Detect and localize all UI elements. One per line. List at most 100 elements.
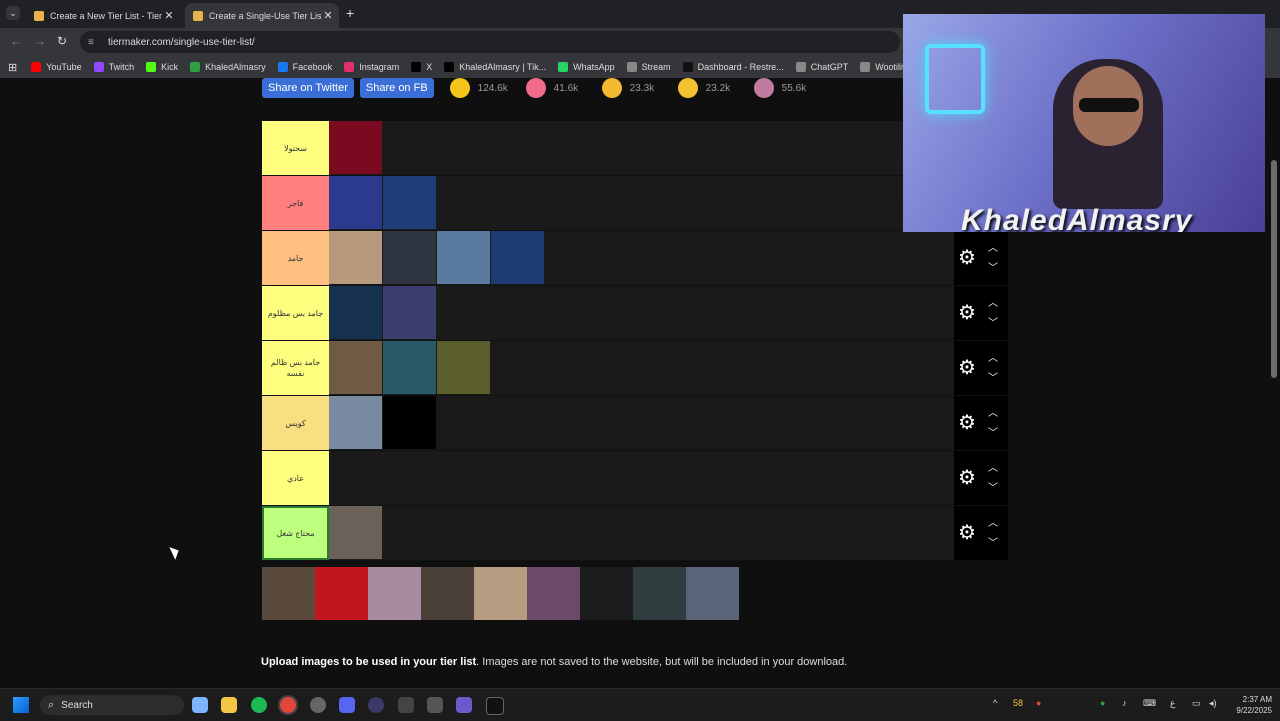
chevron-down-icon[interactable]: ﹀ xyxy=(988,259,998,279)
taskbar-search[interactable]: ⌕ Search xyxy=(40,695,184,715)
site-info-icon[interactable]: ≡ xyxy=(88,37,100,48)
store-icon[interactable] xyxy=(427,697,443,713)
tier-item-image[interactable] xyxy=(491,231,544,284)
tier-item-image[interactable] xyxy=(383,231,436,284)
unranked-item-image[interactable] xyxy=(315,567,368,620)
chevron-up-icon[interactable]: ︿ xyxy=(988,459,998,479)
tier-label[interactable]: سحتوﻻ xyxy=(262,121,329,175)
unranked-item-image[interactable] xyxy=(368,567,421,620)
tier-label[interactable]: محتاج شغل xyxy=(262,506,329,560)
tier-item-image[interactable] xyxy=(329,121,382,174)
reaction-button[interactable]: 124.6k xyxy=(449,78,516,98)
tier-label[interactable]: جامد بس ظالم نفسه xyxy=(262,341,329,395)
address-bar[interactable]: ≡ tiermaker.com/single-use-tier-list/ xyxy=(80,31,900,53)
tier-item-image[interactable] xyxy=(383,286,436,339)
tier-item-image[interactable] xyxy=(383,396,436,449)
tier-item-image[interactable] xyxy=(329,176,382,229)
close-tab-icon[interactable]: ✕ xyxy=(162,9,176,22)
gear-icon[interactable]: ⚙ xyxy=(958,358,976,378)
share-twitter-button[interactable]: Share on Twitter xyxy=(262,78,354,98)
bookmark-item[interactable]: ChatGPT xyxy=(795,62,848,72)
chevron-up-icon[interactable]: ︿ xyxy=(988,404,998,424)
tier-item-image[interactable] xyxy=(383,176,436,229)
gear-icon[interactable]: ⚙ xyxy=(958,523,976,543)
chevron-up-icon[interactable]: ︿ xyxy=(988,349,998,369)
chevron-down-icon[interactable]: ﹀ xyxy=(988,479,998,499)
bookmark-item[interactable]: KhaledAlmasry | Tik... xyxy=(444,62,546,72)
tray-keyboard-icon[interactable]: ⌨ xyxy=(1143,698,1156,709)
unranked-item-image[interactable] xyxy=(474,567,527,620)
discord-icon[interactable] xyxy=(339,697,355,713)
copilot-icon[interactable] xyxy=(192,697,208,713)
chevron-up-icon[interactable]: ︿ xyxy=(988,294,998,314)
tab-tiermaker-new[interactable]: Create a New Tier List - TierMaker ✕ xyxy=(26,3,180,28)
tier-item-image[interactable] xyxy=(437,341,490,394)
chevron-up-icon[interactable]: ︿ xyxy=(988,514,998,534)
unranked-item-image[interactable] xyxy=(262,567,315,620)
apps-grid-icon[interactable]: ⊞ xyxy=(8,61,17,74)
unranked-item-image[interactable] xyxy=(686,567,739,620)
tier-item-image[interactable] xyxy=(329,506,382,559)
spotify-icon[interactable] xyxy=(251,697,267,713)
bookmark-item[interactable]: Stream xyxy=(626,62,671,72)
chrome-icon[interactable] xyxy=(280,697,296,713)
forward-icon[interactable]: → xyxy=(34,34,46,48)
gear-icon[interactable]: ⚙ xyxy=(958,248,976,268)
chevron-up-icon[interactable]: ︿ xyxy=(988,239,998,259)
tray-record-icon[interactable]: ● xyxy=(1036,698,1041,708)
share-fb-button[interactable]: Share on FB xyxy=(359,78,434,98)
tier-item-image[interactable] xyxy=(383,341,436,394)
gear-icon[interactable]: ⚙ xyxy=(958,413,976,433)
taskbar-clock[interactable]: 2:37 AM 9/22/2025 xyxy=(1228,694,1272,716)
new-tab-icon[interactable]: + xyxy=(346,5,354,21)
tier-label[interactable]: فاجر xyxy=(262,176,329,230)
file-explorer-icon[interactable] xyxy=(221,697,237,713)
reaction-button[interactable]: 55.6k xyxy=(753,78,820,98)
tier-item-image[interactable] xyxy=(329,396,382,449)
reaction-button[interactable]: 23.2k xyxy=(677,78,744,98)
reaction-button[interactable]: 23.3k xyxy=(601,78,668,98)
unranked-item-image[interactable] xyxy=(633,567,686,620)
tray-language[interactable]: ع xyxy=(1170,698,1175,709)
tray-network-icon[interactable]: ▭ xyxy=(1192,698,1201,709)
back-icon[interactable]: ← xyxy=(10,34,22,48)
tray-volume-icon[interactable]: ◂) xyxy=(1209,698,1217,709)
tray-app-icon[interactable]: ● xyxy=(1100,698,1105,708)
obs-icon[interactable] xyxy=(368,697,384,713)
chevron-down-icon[interactable]: ﹀ xyxy=(988,424,998,444)
reaction-button[interactable]: 41.6k xyxy=(525,78,592,98)
bookmark-item[interactable]: Wootility xyxy=(860,62,909,72)
bookmark-item[interactable]: KhaledAlmasry xyxy=(190,62,266,72)
unranked-item-image[interactable] xyxy=(527,567,580,620)
bookmark-item[interactable]: Dashboard - Restre... xyxy=(682,62,784,72)
tier-item-image[interactable] xyxy=(329,341,382,394)
capcut-icon[interactable] xyxy=(486,697,504,715)
bookmark-item[interactable]: Facebook xyxy=(277,62,332,72)
bookmark-item[interactable]: Instagram xyxy=(344,62,399,72)
bookmark-item[interactable]: WhatsApp xyxy=(558,62,615,72)
chevron-down-icon[interactable]: ﹀ xyxy=(988,369,998,389)
tier-label[interactable]: جامد بس مظلوم xyxy=(262,286,329,340)
tab-search-button[interactable]: ⌄ xyxy=(6,6,20,20)
chevron-down-icon[interactable]: ﹀ xyxy=(988,314,998,334)
bookmark-item[interactable]: YouTube xyxy=(31,62,82,72)
game-app-icon[interactable] xyxy=(456,697,472,713)
reload-icon[interactable]: ↻ xyxy=(57,34,67,48)
tier-item-image[interactable] xyxy=(329,231,382,284)
tier-item-image[interactable] xyxy=(329,286,382,339)
unranked-item-image[interactable] xyxy=(580,567,633,620)
tier-label[interactable]: عادي xyxy=(262,451,329,505)
bookmark-item[interactable]: Twitch xyxy=(93,62,134,72)
close-tab-icon[interactable]: ✕ xyxy=(321,9,335,22)
tier-label[interactable]: كويس xyxy=(262,396,329,450)
tier-label[interactable]: جامد xyxy=(262,231,329,285)
gear-icon[interactable]: ⚙ xyxy=(958,303,976,323)
bookmark-item[interactable]: Kick xyxy=(146,62,178,72)
bookmark-item[interactable]: X xyxy=(411,62,432,72)
unranked-item-image[interactable] xyxy=(421,567,474,620)
app-icon[interactable] xyxy=(310,697,326,713)
tier-item-image[interactable] xyxy=(437,231,490,284)
page-scrollbar[interactable] xyxy=(1271,160,1277,378)
start-button-icon[interactable] xyxy=(13,697,29,713)
tray-mic-icon[interactable]: ♪ xyxy=(1122,698,1127,708)
